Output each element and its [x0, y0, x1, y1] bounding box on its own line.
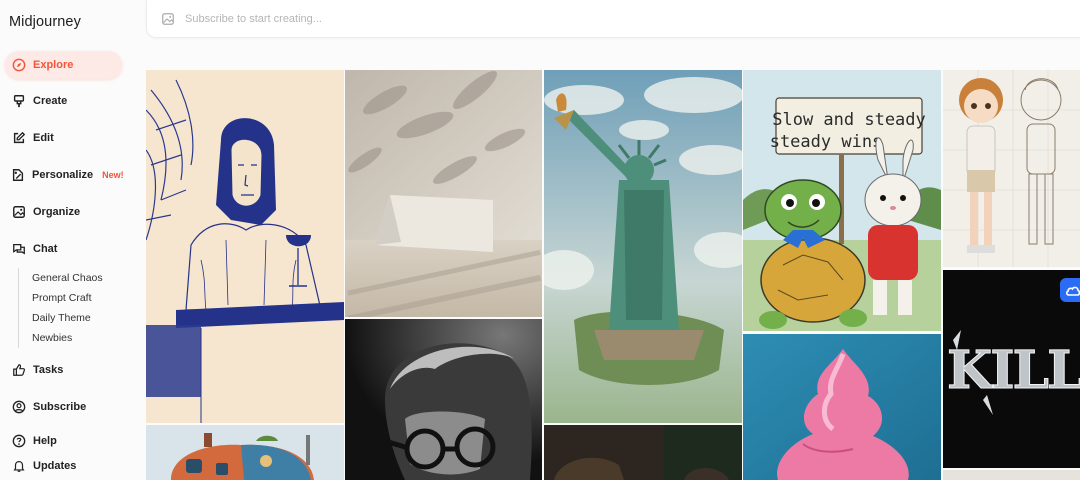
nav-chat-label: Chat [33, 243, 58, 255]
nav-edit-label: Edit [33, 132, 54, 144]
turtle-rabbit-artwork: Slow and steady steady wins [743, 70, 941, 331]
nav-create-label: Create [33, 95, 68, 107]
brush-icon [11, 94, 26, 109]
gallery-image-woman-sketch[interactable] [146, 70, 344, 423]
app-logo[interactable]: Midjourney [9, 14, 81, 30]
thumbs-up-icon [11, 363, 26, 378]
new-badge: New! [102, 170, 124, 180]
nav-personalize-label: Personalize [32, 169, 94, 181]
nav-updates-label: Updates [33, 460, 77, 472]
bw-portrait-artwork [345, 319, 542, 480]
dark-scene-artwork [544, 425, 742, 480]
gallery-image-statue-of-liberty[interactable] [544, 70, 742, 423]
nav-chat[interactable]: Chat [5, 235, 122, 263]
gallery-image-metal-logo[interactable]: KILLE [943, 270, 1080, 468]
character-sheet-artwork [943, 70, 1080, 267]
ice-cream-artwork [743, 334, 941, 480]
chat-channel-daily-theme[interactable]: Daily Theme [19, 308, 118, 328]
gallery-image-card-mockup[interactable] [345, 70, 542, 317]
house-artwork [146, 425, 344, 480]
nav-organize[interactable]: Organize [5, 198, 122, 226]
metal-logo-text: KILLE [947, 340, 1080, 401]
nav-subscribe[interactable]: Subscribe [5, 393, 122, 421]
cloud-upload-button[interactable] [1060, 278, 1080, 302]
prompt-input[interactable] [185, 12, 485, 25]
metal-logo-artwork: KILLE [943, 270, 1080, 468]
user-circle-icon [11, 400, 26, 415]
chat-channel-list: General Chaos Prompt Craft Daily Theme N… [18, 268, 118, 348]
sign-text-line-2: steady wins [770, 132, 883, 152]
chat-channel-general-chaos[interactable]: General Chaos [19, 268, 118, 288]
gallery-image-ice-cream[interactable] [743, 334, 941, 480]
nav-personalize[interactable]: Personalize New! [5, 161, 124, 189]
card-mockup-artwork [345, 70, 542, 317]
nav-help[interactable]: Help [5, 427, 122, 455]
nav-edit[interactable]: Edit [5, 124, 122, 152]
nav-help-label: Help [33, 435, 57, 447]
image-icon [11, 205, 26, 220]
prompt-bar[interactable] [146, 0, 1080, 38]
statue-of-liberty-artwork [544, 70, 742, 423]
cloud-icon [1065, 286, 1080, 296]
nav-explore[interactable]: Explore [5, 51, 122, 79]
help-icon [11, 434, 26, 449]
gallery-image-dark-scene[interactable] [544, 425, 742, 480]
chat-icon [11, 242, 26, 257]
nav-create[interactable]: Create [5, 87, 122, 115]
gallery-image-character-sheet[interactable] [943, 70, 1080, 267]
woman-sketch-artwork [146, 70, 344, 423]
gallery-image-turtle-rabbit[interactable]: Slow and steady steady wins [743, 70, 941, 331]
nav-organize-label: Organize [33, 206, 81, 218]
bell-icon [11, 459, 26, 474]
compass-icon [11, 58, 26, 73]
nav-subscribe-label: Subscribe [33, 401, 87, 413]
chat-channel-prompt-craft[interactable]: Prompt Craft [19, 288, 118, 308]
personalize-icon [11, 168, 25, 183]
chat-channel-newbies[interactable]: Newbies [19, 328, 118, 348]
gallery-image-house[interactable] [146, 425, 344, 480]
nav-tasks[interactable]: Tasks [5, 356, 122, 384]
edit-icon [11, 131, 26, 146]
nav-tasks-label: Tasks [33, 364, 64, 376]
gallery-image-partial[interactable] [943, 470, 1080, 480]
image-upload-icon[interactable] [161, 12, 175, 26]
nav-updates[interactable]: Updates [5, 452, 122, 480]
nav-explore-label: Explore [33, 59, 74, 71]
sidebar: Midjourney Explore Create Edit Personali… [0, 0, 130, 480]
sign-text-line-1: Slow and steady [772, 110, 926, 130]
gallery-image-bw-portrait[interactable] [345, 319, 542, 480]
